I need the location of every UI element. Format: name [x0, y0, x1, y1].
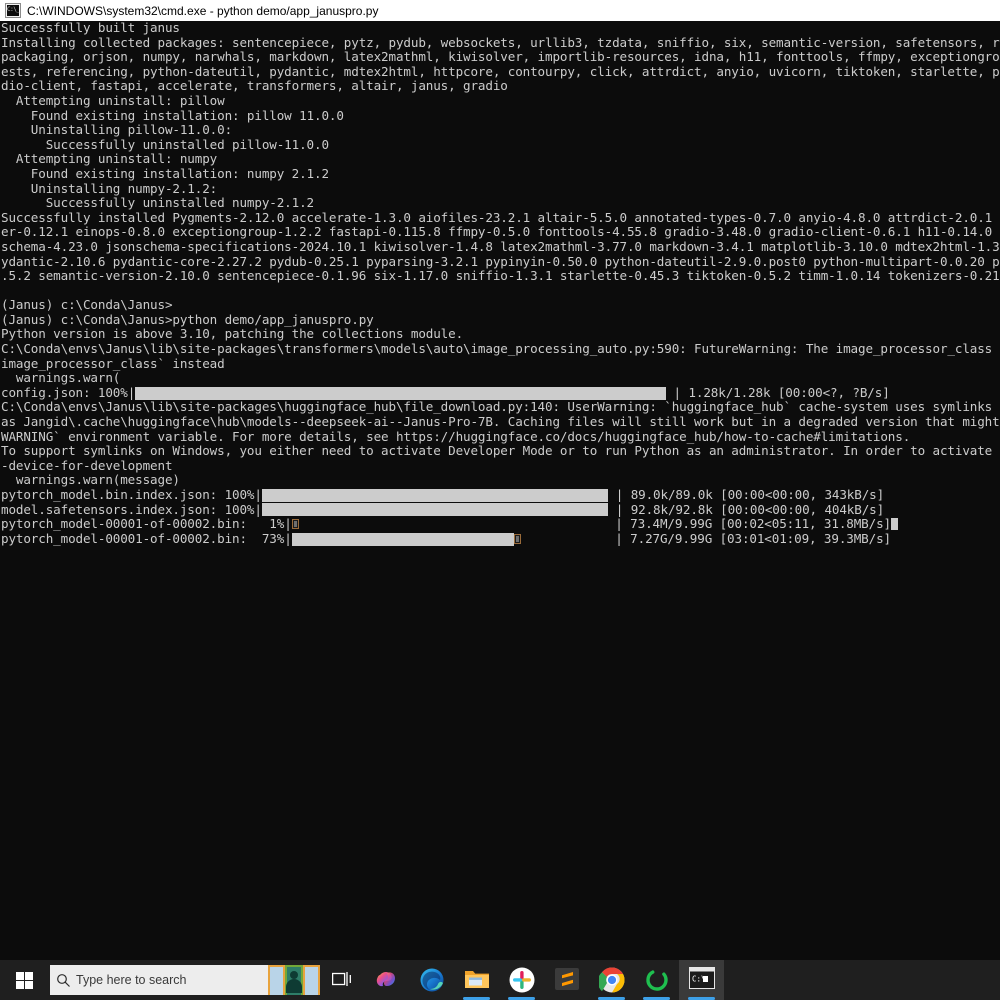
search-input[interactable]: Type here to search [50, 965, 320, 995]
console-line: Uninstalling numpy-2.1.2: [1, 180, 218, 196]
search-highlight-thumbnail[interactable] [268, 965, 320, 995]
progress-row-download-0: pytorch_model.bin.index.json: 100% | | 89… [0, 487, 1000, 503]
progress-stats: | 89.0k/89.0k [00:00<00:00, 343kB/s] [608, 487, 885, 502]
console-text-block-top: Successfully built janus Installing colle… [0, 21, 1000, 386]
search-placeholder-text: Type here to search [76, 973, 187, 987]
progress-fill [291, 532, 515, 546]
edge-icon [419, 967, 445, 993]
progress-track [261, 488, 609, 502]
search-icon [50, 973, 76, 988]
console-line: Attempting uninstall: pillow [1, 92, 225, 108]
console-line: schema-4.23.0 jsonschema-specifications-… [1, 238, 1000, 254]
progress-bracket: | [254, 501, 262, 517]
command-prompt-icon: C:\ [688, 967, 715, 993]
progress-label: pytorch_model-00001-of-00002.bin: 73% [1, 530, 285, 546]
progress-row-download-3: pytorch_model-00001-of-00002.bin: 73% | |… [0, 530, 1000, 547]
progress-stats: | 73.4M/9.99G [00:02<05:11, 31.8MB/s] [607, 516, 891, 532]
console-line: dio-client, fastapi, accelerate, transfo… [1, 78, 508, 94]
chrome-icon [597, 967, 625, 993]
file-explorer-icon [464, 967, 490, 993]
progress-label: config.json: 100% [1, 384, 128, 400]
progress-row-download-2: pytorch_model-00001-of-00002.bin: 1% | | … [0, 517, 1000, 532]
console-line: packaging, orjson, numpy, narwhals, mark… [1, 49, 1000, 65]
taskbar-app-sublime-text[interactable] [544, 960, 589, 1000]
progress-track [291, 518, 608, 531]
taskbar-app-loading-ring[interactable] [634, 960, 679, 1000]
cmd-window: C:\WINDOWS\system32\cmd.exe - python dem… [0, 0, 1000, 960]
console-line: er-0.12.1 einops-0.8.0 exceptiongroup-1.… [1, 224, 1000, 240]
console-line: Installing collected packages: sentencep… [1, 34, 1000, 50]
console-line: Successfully uninstalled numpy-2.1.2 [1, 195, 314, 211]
progress-row-config-json: config.json: 100% | | 1.28k/1.28k [00:00<… [0, 384, 1000, 401]
windows-taskbar[interactable]: Type here to search C:\ [0, 960, 1000, 1000]
console-output[interactable]: Successfully built janus Installing colle… [0, 21, 1000, 960]
progress-label: pytorch_model.bin.index.json: 100% [1, 487, 255, 502]
console-line: Python version is above 3.10, patching t… [1, 326, 464, 342]
progress-track [135, 386, 667, 400]
progress-config-json: config.json: 100% | | 1.28k/1.28k [00:00<… [0, 384, 1000, 401]
taskbar-app-edge[interactable] [409, 960, 454, 1000]
progress-partial-block-glyph [514, 533, 522, 544]
console-line: warnings.warn( [1, 370, 121, 386]
copilot-icon [374, 967, 400, 993]
taskbar-app-slack[interactable] [499, 960, 544, 1000]
console-line: as Jangid\.cache\huggingface\hub\models-… [1, 414, 1000, 430]
progress-partial-block-glyph [291, 518, 299, 529]
progress-bracket: | [284, 530, 292, 546]
console-line: Successfully built janus [1, 21, 180, 35]
console-line: ydantic-2.10.6 pydantic-core-2.27.2 pydu… [1, 253, 1000, 269]
progress-bracket: | [284, 516, 292, 532]
sublime-text-icon [554, 967, 580, 993]
console-line: -device-for-development [1, 457, 173, 473]
console-text-block-warnings: C:\Conda\envs\Janus\lib\site-packages\hu… [0, 400, 1000, 488]
console-line: image_processor_class` instead [1, 355, 225, 371]
slack-icon [509, 967, 535, 993]
console-line: WARNING` environment variable. For more … [1, 428, 911, 444]
progress-fill [261, 503, 609, 517]
progress-track [261, 503, 609, 517]
progress-stats: | 92.8k/92.8k [00:00<00:00, 404kB/s] [608, 501, 885, 517]
console-line: To support symlinks on Windows, you eith… [1, 443, 1000, 459]
window-title: C:\WINDOWS\system32\cmd.exe - python dem… [27, 3, 379, 18]
console-line: ests, referencing, python-dateutil, pyda… [1, 63, 1000, 79]
cmd-console-icon [5, 3, 21, 18]
console-line: C:\Conda\envs\Janus\lib\site-packages\tr… [1, 341, 1000, 357]
task-view-icon [332, 972, 351, 986]
console-cursor [891, 518, 898, 531]
console-line: Successfully installed Pygments-2.12.0 a… [1, 209, 1000, 225]
console-line: Attempting uninstall: numpy [1, 151, 218, 167]
console-line: warnings.warn(message) [1, 472, 180, 488]
progress-track [291, 532, 608, 546]
console-line: Uninstalling pillow-11.0.0: [1, 122, 233, 138]
taskbar-app-list[interactable]: C:\ [364, 960, 724, 1000]
taskbar-app-file-explorer[interactable] [454, 960, 499, 1000]
progress-row-download-1: model.safetensors.index.json: 100% | | 92… [0, 501, 1000, 518]
taskbar-app-command-prompt[interactable]: C:\ [679, 960, 724, 1000]
console-line: Found existing installation: pillow 11.0… [1, 107, 344, 123]
console-line: C:\Conda\envs\Janus\lib\site-packages\hu… [1, 399, 1000, 415]
progress-label: model.safetensors.index.json: 100% [1, 501, 255, 517]
task-view-button[interactable] [320, 960, 364, 1000]
console-line: Found existing installation: numpy 2.1.2 [1, 165, 329, 181]
taskbar-app-copilot[interactable] [364, 960, 409, 1000]
start-button[interactable] [0, 960, 48, 1000]
progress-bracket: | [254, 487, 262, 502]
progress-downloads: pytorch_model.bin.index.json: 100% | | 89… [0, 487, 1000, 547]
progress-fill [261, 488, 609, 502]
console-line: Successfully uninstalled pillow-11.0.0 [1, 136, 329, 152]
console-line: (Janus) c:\Conda\Janus>python demo/app_j… [1, 311, 374, 327]
progress-stats: | 1.28k/1.28k [00:00<?, ?B/s] [666, 384, 890, 400]
windows-logo-icon [15, 971, 33, 989]
progress-label: pytorch_model-00001-of-00002.bin: 1% [1, 516, 285, 532]
loading-ring-icon [644, 967, 670, 993]
console-line: (Janus) c:\Conda\Janus> [1, 297, 173, 313]
window-titlebar[interactable]: C:\WINDOWS\system32\cmd.exe - python dem… [0, 0, 1000, 21]
progress-fill [135, 386, 667, 400]
progress-bracket: | [127, 384, 136, 400]
console-line: .5.2 semantic-version-2.10.0 sentencepie… [1, 268, 1000, 284]
taskbar-app-chrome[interactable] [589, 960, 634, 1000]
progress-stats: | 7.27G/9.99G [03:01<01:09, 39.3MB/s] [607, 530, 891, 546]
